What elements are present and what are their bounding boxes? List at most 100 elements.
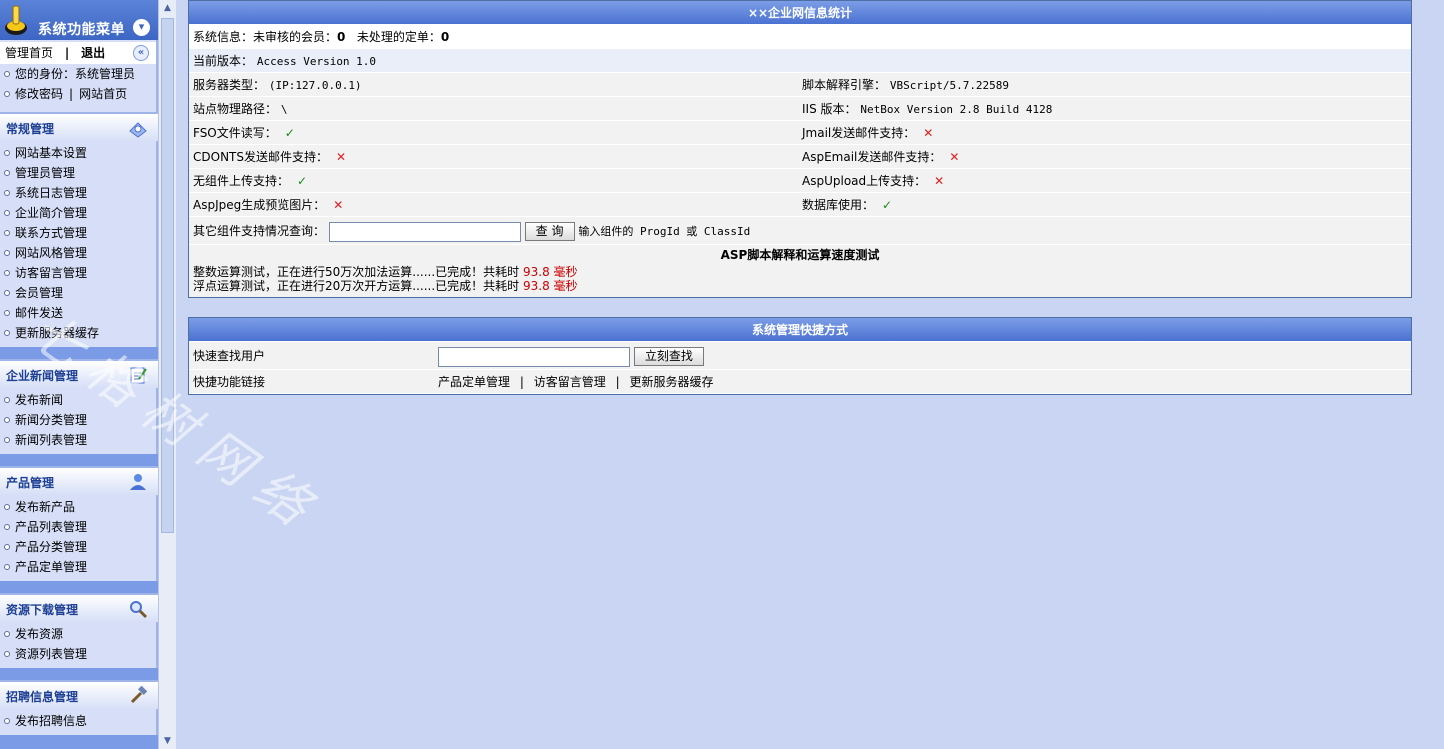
- menu-item[interactable]: 产品定单管理: [0, 557, 156, 577]
- menu-item-link[interactable]: 资源列表管理: [15, 647, 87, 661]
- menu-item[interactable]: 邮件发送: [0, 303, 156, 323]
- cross-icon: ✕: [949, 150, 960, 164]
- menu-item-link[interactable]: 发布资源: [15, 627, 63, 641]
- menu-item-link[interactable]: 会员管理: [15, 286, 63, 300]
- section-title-text: 产品管理: [6, 476, 55, 490]
- quick-link-cache[interactable]: 更新服务器缓存: [629, 375, 713, 389]
- bullet-icon: [4, 564, 10, 570]
- menu-item-link[interactable]: 访客留言管理: [15, 266, 87, 280]
- change-password-link[interactable]: 修改密码: [15, 87, 63, 101]
- menu-item-link[interactable]: 邮件发送: [15, 306, 63, 320]
- stats-panel: ××企业网信息统计 系统信息：未审核的会员：0 未处理的定单：0 当前版本： A…: [188, 0, 1412, 298]
- menu-item[interactable]: 资源列表管理: [0, 644, 156, 664]
- menu-item-link[interactable]: 网站风格管理: [15, 246, 87, 260]
- menu-item[interactable]: 发布新产品: [0, 497, 156, 517]
- bullet-icon: [4, 544, 10, 550]
- identity-text: 您的身份：系统管理员: [15, 67, 136, 81]
- bullet-icon: [4, 651, 10, 657]
- menu-item[interactable]: 新闻列表管理: [0, 430, 156, 450]
- bullet-icon: [4, 190, 10, 196]
- menu-item-link[interactable]: 发布新闻: [15, 393, 63, 407]
- quick-link-messages[interactable]: 访客留言管理: [534, 375, 606, 389]
- fso-label: FSO文件读写：: [193, 126, 277, 140]
- menu-item-link[interactable]: 新闻分类管理: [15, 413, 87, 427]
- sidebar-scrollbar[interactable]: ▲ ▼: [158, 0, 176, 749]
- menu-item[interactable]: 新闻分类管理: [0, 410, 156, 430]
- quick-find-input[interactable]: [438, 346, 630, 367]
- bullet-icon: [4, 397, 10, 403]
- menu-item[interactable]: 网站风格管理: [0, 243, 156, 263]
- menu-item-link[interactable]: 产品分类管理: [15, 540, 87, 554]
- menu-item[interactable]: 系统日志管理: [0, 183, 156, 203]
- float-test-text: 浮点运算测试，正在进行20万次开方运算......已完成！共耗时: [193, 279, 520, 293]
- query-hint: 输入组件的 ProgId 或 ClassId: [578, 225, 751, 238]
- menu-item-link[interactable]: 联系方式管理: [15, 226, 87, 240]
- section-title-general[interactable]: 常规管理: [0, 112, 158, 141]
- version-label: 当前版本：: [193, 54, 254, 68]
- menu-item-link[interactable]: 管理员管理: [15, 166, 75, 180]
- check-icon: ✓: [284, 126, 295, 140]
- collapse-menu-icon[interactable]: ▾: [133, 19, 150, 36]
- scroll-up-icon[interactable]: ▲: [159, 0, 176, 16]
- menu-item[interactable]: 产品分类管理: [0, 537, 156, 557]
- quick-link-orders[interactable]: 产品定单管理: [438, 375, 510, 389]
- find-button[interactable]: 立刻查找: [633, 347, 704, 366]
- menu-item[interactable]: 管理员管理: [0, 163, 156, 183]
- quick-links-row: 快捷功能链接 产品定单管理 | 访客留言管理 | 更新服务器缓存: [189, 370, 1411, 394]
- hammer-icon: [130, 685, 148, 704]
- menu-item-link[interactable]: 系统日志管理: [15, 186, 87, 200]
- admin-home-link[interactable]: 管理首页: [5, 46, 53, 60]
- jmail-label: Jmail发送邮件支持：: [802, 126, 916, 140]
- version-value: Access Version 1.0: [256, 55, 377, 68]
- iis-value: NetBox Version 2.8 Build 4128: [860, 103, 1053, 116]
- menu-item[interactable]: 发布新闻: [0, 390, 156, 410]
- bullet-icon: [4, 718, 10, 724]
- section-title-downloads[interactable]: 资源下载管理: [0, 593, 158, 622]
- bullet-icon: [4, 230, 10, 236]
- menu-item-link[interactable]: 企业简介管理: [15, 206, 87, 220]
- bullet-icon: [4, 417, 10, 423]
- component-query-input[interactable]: [328, 221, 521, 242]
- cdonts-label: CDONTS发送邮件支持：: [193, 150, 328, 164]
- menu-item[interactable]: 发布资源: [0, 624, 156, 644]
- path-value: \: [280, 103, 288, 116]
- menu-item[interactable]: 发布招聘信息: [0, 711, 156, 731]
- magnifier-icon: [130, 601, 148, 619]
- menu-item[interactable]: 更新服务器缓存: [0, 323, 156, 343]
- exit-link[interactable]: 退出: [81, 46, 105, 60]
- menu-item[interactable]: 会员管理: [0, 283, 156, 303]
- menu-item[interactable]: 产品列表管理: [0, 517, 156, 537]
- menu-item-link[interactable]: 发布招聘信息: [15, 714, 87, 728]
- section-title-products[interactable]: 产品管理: [0, 466, 158, 495]
- menu-item-link[interactable]: 网站基本设置: [15, 146, 87, 160]
- menu-item[interactable]: 访客留言管理: [0, 263, 156, 283]
- aspjpeg-label: AspJpeg生成预览图片：: [193, 198, 326, 212]
- menu-item-link[interactable]: 新闻列表管理: [15, 433, 87, 447]
- section-title-news[interactable]: 企业新闻管理: [0, 359, 158, 388]
- query-button[interactable]: 查 询: [524, 222, 575, 241]
- menu-item[interactable]: 联系方式管理: [0, 223, 156, 243]
- bullet-icon: [4, 524, 10, 530]
- menu-item[interactable]: 企业简介管理: [0, 203, 156, 223]
- menu-item-link[interactable]: 产品列表管理: [15, 520, 87, 534]
- quick-find-label: 快速查找用户: [193, 349, 266, 363]
- section-items-products: 发布新产品 产品列表管理 产品分类管理 产品定单管理: [0, 495, 158, 581]
- path-label: 站点物理路径：: [193, 102, 278, 116]
- pencil-logo-icon: [5, 5, 27, 35]
- bullet-icon: [4, 250, 10, 256]
- menu-item-link[interactable]: 更新服务器缓存: [15, 326, 99, 340]
- site-home-link[interactable]: 网站首页: [79, 87, 127, 101]
- section-title-text: 招聘信息管理: [6, 690, 79, 704]
- server-row: 服务器类型： (IP:127.0.0.1) 脚本解释引擎： VBScript/5…: [189, 73, 1411, 97]
- menu-item-link[interactable]: 产品定单管理: [15, 560, 87, 574]
- bullet-icon: [4, 150, 10, 156]
- menu-item[interactable]: 网站基本设置: [0, 143, 156, 163]
- collapse-sidebar-icon[interactable]: «: [133, 45, 149, 61]
- scroll-down-icon[interactable]: ▼: [159, 733, 176, 749]
- cdonts-row: CDONTS发送邮件支持： ✕ AspEmail发送邮件支持： ✕: [189, 145, 1411, 169]
- menu-item-link[interactable]: 发布新产品: [15, 500, 75, 514]
- scroll-thumb[interactable]: [161, 18, 174, 533]
- section-gap: [0, 668, 158, 680]
- section-title-jobs[interactable]: 招聘信息管理: [0, 680, 158, 709]
- sidebar-header: 系统功能菜单 ▾: [0, 0, 158, 40]
